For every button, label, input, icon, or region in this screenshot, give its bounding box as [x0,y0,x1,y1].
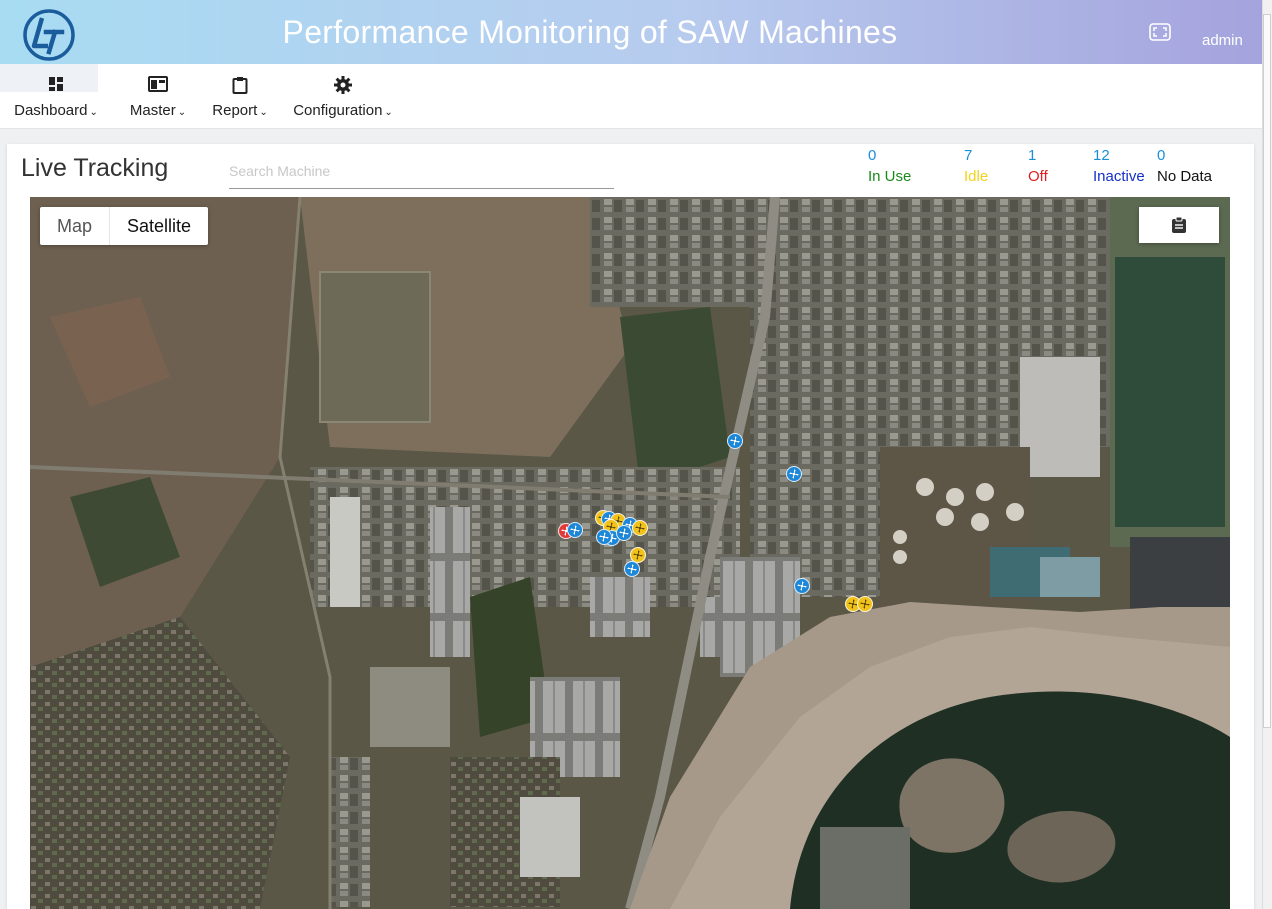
status-in-use[interactable]: 0 In Use [868,146,911,185]
fan-icon [627,564,637,574]
machine-marker-idle[interactable] [857,596,873,612]
machine-marker-inactive[interactable] [786,466,802,482]
machine-marker-inactive[interactable] [567,522,583,538]
status-inactive-count: 12 [1093,147,1110,164]
master-icon [148,76,168,97]
machine-marker-inactive[interactable] [794,578,810,594]
status-in-use-count: 0 [868,147,877,164]
chevron-down-icon: ⌄ [177,107,187,118]
status-idle-count: 7 [964,147,973,164]
fan-icon [730,436,740,446]
machine-marker-inactive[interactable] [727,433,743,449]
map-type-satellite-button[interactable]: Satellite [110,207,208,245]
fan-icon [570,525,580,535]
fullscreen-icon [1149,23,1171,41]
fan-icon [633,550,643,560]
status-off-count: 1 [1028,147,1037,164]
status-idle-label: Idle [964,168,989,185]
map-report-button[interactable] [1139,207,1219,243]
nav-dashboard-label: Dashboard [14,102,88,119]
search-machine-input[interactable] [229,154,614,189]
scrollbar-thumb[interactable] [1263,14,1271,728]
nav-dashboard[interactable]: Dashboard ⌄ [10,64,102,128]
nav-configuration[interactable]: Configuration ⌄ [288,64,398,128]
dashboard-icon [48,76,64,97]
status-in-use-label: In Use [868,168,912,185]
fan-icon [619,528,629,538]
fullscreen-button[interactable] [1148,22,1172,42]
status-idle[interactable]: 7 Idle [964,146,988,185]
nav-report[interactable]: Report ⌄ [206,64,274,128]
fan-icon [635,523,645,533]
map-type-control: Map Satellite [40,207,209,245]
main-nav: Dashboard ⌄ Master ⌄ Report ⌄ Configuration… [0,64,1262,129]
status-inactive-label: Inactive [1093,168,1145,185]
status-inactive[interactable]: 12 Inactive [1093,146,1145,185]
machine-marker-inactive[interactable] [624,561,640,577]
status-off-label: Off [1028,168,1048,185]
clipboard-icon [1172,216,1186,233]
fan-icon [789,469,799,479]
app-header: Performance Monitoring of SAW Machines a… [0,0,1262,64]
satellite-map[interactable]: Map Satellite [30,197,1230,909]
machine-marker-idle[interactable] [632,520,648,536]
gear-icon [334,76,352,99]
chevron-down-icon: ⌄ [384,107,393,118]
live-tracking-panel: Live Tracking 0 In Use 7 Idle 1 Off 12 I… [7,144,1254,909]
nav-configuration-label: Configuration [293,102,383,119]
clipboard-icon [232,76,248,99]
nav-master-label: Master [129,102,176,119]
machine-marker-inactive[interactable] [616,525,632,541]
nav-report-label: Report [212,102,258,119]
chevron-down-icon: ⌄ [259,107,268,118]
fan-icon [860,599,870,609]
chevron-down-icon: ⌄ [89,107,98,118]
status-off[interactable]: 1 Off [1028,146,1048,185]
user-menu[interactable]: admin [1202,32,1243,49]
machine-marker-inactive[interactable] [596,529,612,545]
page-title: Live Tracking [21,154,169,182]
fan-icon [599,532,609,542]
nav-master[interactable]: Master ⌄ [124,64,192,128]
map-type-map-button[interactable]: Map [40,207,111,245]
fan-icon [797,581,807,591]
app-title: Performance Monitoring of SAW Machines [282,14,898,50]
status-no-data[interactable]: 0 No Data [1157,146,1212,185]
status-no-data-count: 0 [1157,147,1166,164]
status-no-data-label: No Data [1157,168,1213,185]
